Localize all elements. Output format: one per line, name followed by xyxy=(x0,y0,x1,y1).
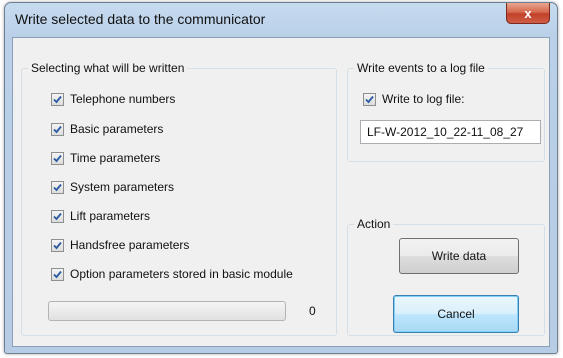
close-icon: x xyxy=(524,5,532,21)
close-button[interactable]: x xyxy=(506,3,550,24)
checkbox-label: Time parameters xyxy=(70,151,161,165)
dialog-client-area: Selecting what will be written Telephone… xyxy=(12,37,550,347)
checkmark-icon xyxy=(53,95,62,103)
checkbox-option-parameters[interactable]: Option parameters stored in basic module xyxy=(51,266,293,282)
checkbox-label: Write to log file: xyxy=(382,92,465,106)
checkmark-icon xyxy=(53,212,62,220)
checkmark-icon xyxy=(53,154,62,162)
checkbox-label: Option parameters stored in basic module xyxy=(70,267,293,281)
checkmark-icon xyxy=(53,270,62,278)
selection-group-title: Selecting what will be written xyxy=(28,61,188,75)
checkmark-icon xyxy=(53,183,62,191)
checkbox-lift-parameters[interactable]: Lift parameters xyxy=(51,208,150,224)
window-title: Write selected data to the communicator xyxy=(15,11,266,27)
checkbox-box[interactable] xyxy=(51,151,64,165)
log-group-title: Write events to a log file xyxy=(354,61,488,75)
checkbox-time-parameters[interactable]: Time parameters xyxy=(51,150,160,166)
title-bar[interactable]: Write selected data to the communicator … xyxy=(5,3,557,36)
checkbox-box[interactable] xyxy=(51,92,64,106)
checkbox-box[interactable] xyxy=(51,180,64,194)
action-group-title: Action xyxy=(354,217,394,231)
dialog-window: Write selected data to the communicator … xyxy=(4,2,558,354)
write-data-button[interactable]: Write data xyxy=(399,238,519,274)
checkbox-label: Basic parameters xyxy=(70,122,164,136)
log-filename-field[interactable]: LF-W-2012_10_22-11_08_27 xyxy=(360,120,541,144)
cancel-button[interactable]: Cancel xyxy=(393,295,519,333)
checkbox-label: Lift parameters xyxy=(70,209,151,223)
checkbox-system-parameters[interactable]: System parameters xyxy=(51,179,174,195)
checkbox-telephone-numbers[interactable]: Telephone numbers xyxy=(51,91,175,107)
checkbox-write-to-log[interactable]: Write to log file: xyxy=(363,91,464,107)
checkbox-box[interactable] xyxy=(51,122,64,136)
checkbox-box[interactable] xyxy=(51,209,64,223)
write-progress-bar xyxy=(48,301,286,321)
checkmark-icon xyxy=(365,95,374,103)
checkbox-label: Telephone numbers xyxy=(70,92,176,106)
checkbox-label: System parameters xyxy=(70,180,175,194)
checkbox-box[interactable] xyxy=(363,92,376,106)
checkbox-box[interactable] xyxy=(51,238,64,252)
log-group: Write events to a log file xyxy=(347,61,545,162)
checkbox-basic-parameters[interactable]: Basic parameters xyxy=(51,121,163,137)
progress-value: 0 xyxy=(309,304,316,318)
checkbox-label: Handsfree parameters xyxy=(70,238,190,252)
checkbox-handsfree-parameters[interactable]: Handsfree parameters xyxy=(51,237,189,253)
checkbox-box[interactable] xyxy=(51,267,64,281)
checkmark-icon xyxy=(53,125,62,133)
checkmark-icon xyxy=(53,241,62,249)
selection-group: Selecting what will be written xyxy=(21,61,337,336)
